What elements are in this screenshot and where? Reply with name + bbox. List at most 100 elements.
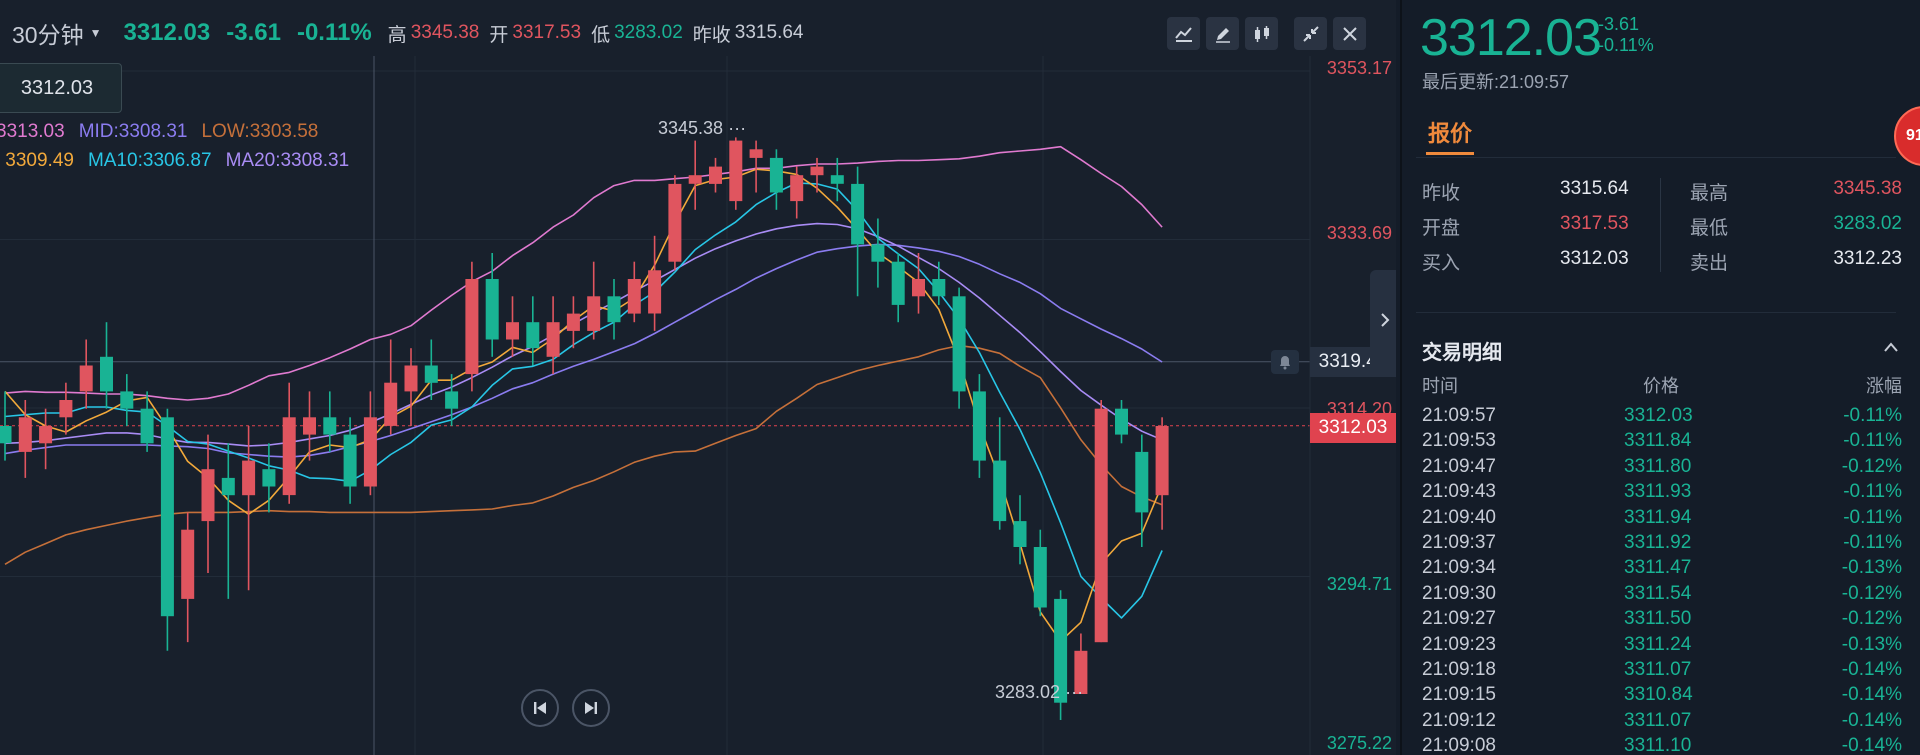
trade-change: -0.12%: [1841, 582, 1902, 604]
candle-body: [1135, 451, 1149, 513]
draw-tool-button[interactable]: [1206, 17, 1239, 50]
price-alert-button[interactable]: [1271, 350, 1299, 374]
axis-label-4: 3294.71: [1326, 574, 1392, 594]
trade-time: 21:09:43: [1422, 481, 1496, 503]
candle: [810, 157, 824, 193]
candle: [160, 408, 174, 651]
trade-price: 3311.10: [1624, 735, 1692, 755]
candle-body: [303, 417, 316, 435]
collapse-button[interactable]: [1294, 17, 1327, 50]
chart-high-dots: ···: [723, 118, 747, 138]
open-value: 3317.53: [512, 22, 582, 43]
bell-icon: [1280, 356, 1290, 370]
prev-close-value: 3315.64: [734, 22, 804, 43]
trade-change: -0.14%: [1841, 658, 1902, 680]
ma5-value: 3309.49: [5, 150, 74, 171]
candle: [729, 137, 743, 210]
trade-change: -0.11%: [1843, 506, 1902, 528]
trade-price: 3311.94: [1624, 506, 1692, 528]
trade-price: 3311.47: [1624, 557, 1692, 579]
trade-price: 3311.93: [1624, 481, 1692, 503]
candle: [891, 253, 905, 323]
col-price: 价格: [1643, 376, 1679, 396]
trade-row: 21:09:37 3311.92 -0.11%: [1422, 532, 1902, 557]
candlestick-chart[interactable]: [0, 0, 1396, 755]
candles-icon: [1254, 25, 1269, 42]
collapse-icon: [1302, 25, 1319, 42]
candle-body: [891, 261, 905, 305]
candle-body: [343, 434, 357, 487]
candle: [323, 391, 337, 452]
trade-price: 3311.24: [1624, 633, 1692, 655]
next-button[interactable]: [572, 689, 610, 727]
candle: [993, 417, 1007, 530]
candle-body: [851, 183, 865, 245]
trade-row: 21:09:12 3311.07 -0.14%: [1422, 710, 1902, 735]
quote-change: -3.61 -0.11%: [1598, 14, 1654, 56]
candle-body: [18, 417, 32, 452]
trade-time: 21:09:53: [1422, 430, 1496, 452]
close-chart-button[interactable]: [1333, 17, 1366, 50]
chart-low-label: 3283.02 ···: [995, 682, 1083, 703]
chart-high-value: 3345.38: [658, 118, 724, 138]
candle-body: [566, 313, 580, 331]
trade-row: 21:09:30 3311.54 -0.12%: [1422, 583, 1902, 608]
candle-body: [587, 296, 601, 331]
prev-button[interactable]: [521, 689, 559, 727]
candle-body: [282, 417, 296, 496]
candle-body: [242, 460, 256, 496]
candle-body: [952, 296, 966, 392]
line-tool-icon: [1174, 26, 1192, 42]
candle-body: [221, 477, 235, 496]
candle: [465, 261, 479, 392]
candle-body: [526, 322, 540, 349]
quote-value: 3317.53: [1560, 213, 1629, 234]
caret-down-icon: ▼: [89, 26, 102, 40]
candle: [668, 175, 682, 271]
candle: [688, 140, 702, 210]
candle: [384, 339, 398, 435]
low-label: 低: [591, 24, 611, 46]
candle-body: [181, 529, 195, 599]
active-tab-indicator: [1426, 152, 1474, 155]
trade-change: -0.13%: [1841, 557, 1902, 579]
ma10-line: [4, 182, 1163, 619]
trade-price: 3311.84: [1624, 430, 1692, 452]
candle: [749, 140, 763, 193]
candle: [952, 287, 966, 409]
price-change: -3.61: [226, 19, 281, 46]
high-label: 高: [387, 24, 407, 46]
candle: [343, 417, 357, 504]
trade-time: 21:09:12: [1422, 709, 1496, 731]
trades-title: 交易明细: [1422, 342, 1502, 364]
notification-badge[interactable]: 91: [1894, 106, 1920, 166]
expand-panel-button[interactable]: [1370, 270, 1396, 370]
candle-body: [323, 417, 337, 435]
candle: [871, 218, 885, 288]
tab-quote[interactable]: 报价: [1428, 116, 1472, 148]
trade-row: 21:09:40 3311.94 -0.11%: [1422, 507, 1902, 532]
quote-panel: 3312.03 -3.61 -0.11% 最后更新:21:09:57 报价 91…: [1400, 0, 1920, 755]
candle-body: [830, 175, 844, 184]
line-tool-button[interactable]: [1167, 17, 1200, 50]
candle-style-button[interactable]: [1245, 17, 1278, 50]
trade-row: 21:09:57 3312.03 -0.11%: [1422, 405, 1902, 430]
candle-body: [140, 408, 154, 444]
candle-body: [993, 460, 1007, 522]
trade-price: 3311.07: [1624, 658, 1692, 680]
candle: [262, 443, 276, 513]
candle-body: [59, 400, 73, 418]
candle: [445, 374, 459, 426]
trade-price: 3311.50: [1624, 608, 1692, 630]
candle: [587, 261, 601, 340]
trade-row: 21:09:08 3311.10 -0.14%: [1422, 735, 1902, 755]
collapse-trades-button[interactable]: [1882, 340, 1900, 359]
candle: [79, 339, 93, 409]
trade-change: -0.14%: [1841, 709, 1902, 731]
timeframe-label: 30分钟: [12, 22, 84, 48]
trade-price: 3311.07: [1624, 709, 1692, 731]
axis-label-1: 3353.17: [1326, 58, 1392, 78]
timeframe-selector[interactable]: 30分钟 ▼: [12, 16, 101, 50]
quote-label: 开盘: [1422, 218, 1461, 239]
candle-body: [709, 166, 722, 184]
